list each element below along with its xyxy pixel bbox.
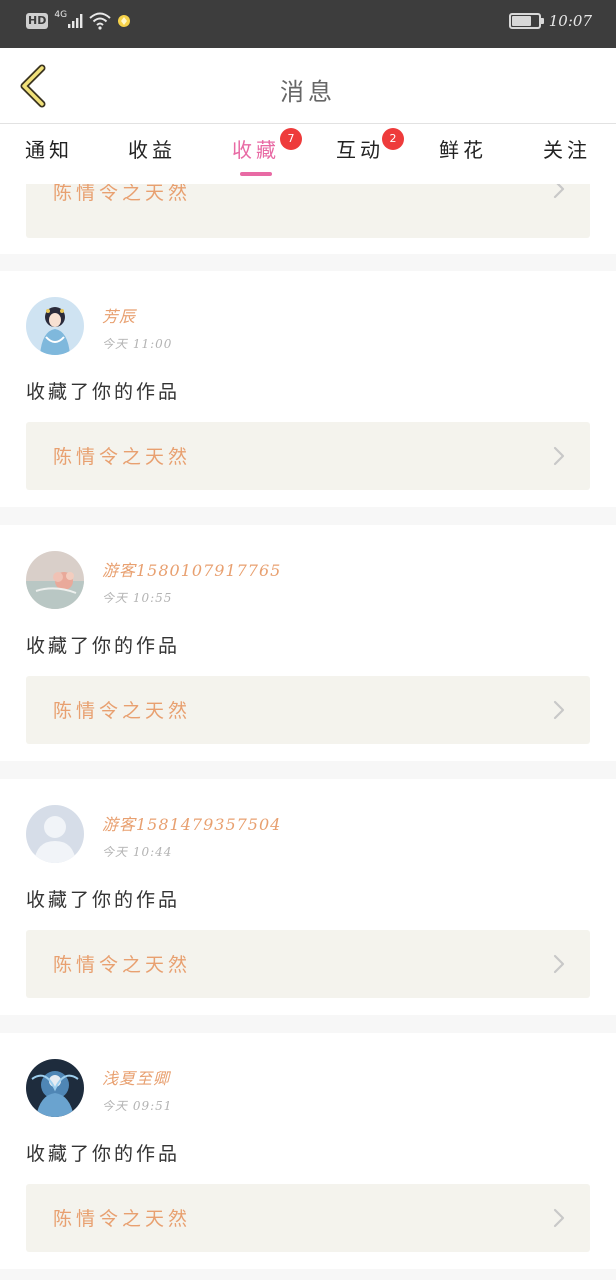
work-link[interactable]: 陈情令之天然	[26, 422, 590, 490]
action-text: 收藏了你的作品	[26, 381, 181, 403]
battery-icon	[508, 13, 544, 29]
avatar[interactable]	[26, 805, 84, 863]
chevron-right-icon	[553, 184, 565, 199]
notification-card: 游客1581479357504 今天 10:44 收藏了你的作品 陈情令之天然	[0, 779, 616, 1015]
chevron-right-icon	[553, 700, 565, 720]
notification-card-partial: 陈情令之天然	[0, 184, 616, 254]
notification-feed[interactable]: 陈情令之天然 芳辰 今天 11:00 收藏了你的作品 陈情令之天然 游客1580…	[0, 184, 616, 1280]
work-link[interactable]: 陈情令之天然	[26, 930, 590, 998]
active-tab-indicator	[240, 172, 272, 176]
username[interactable]: 游客1580107917765	[102, 557, 281, 581]
work-title: 陈情令之天然	[53, 700, 192, 722]
action-text: 收藏了你的作品	[26, 635, 181, 657]
username[interactable]: 游客1581479357504	[102, 811, 281, 835]
notification-app-icon	[118, 15, 131, 27]
notification-card: 游客1580107917765 今天 10:55 收藏了你的作品 陈情令之天然	[0, 525, 616, 761]
chevron-right-icon	[553, 446, 565, 466]
tab-label: 鲜花	[439, 138, 487, 162]
tab-interactions[interactable]: 互动 2	[320, 128, 404, 178]
timestamp: 今天 09:51	[102, 1099, 173, 1113]
timestamp: 今天 10:44	[102, 845, 173, 859]
avatar[interactable]	[26, 1059, 84, 1117]
wifi-icon	[89, 12, 111, 30]
tab-label: 关注	[543, 138, 591, 162]
work-link[interactable]: 陈情令之天然	[26, 676, 590, 744]
timestamp: 今天 10:55	[102, 591, 173, 605]
hd-badge: HD	[26, 13, 49, 29]
notification-card: 浅夏至卿 今天 09:51 收藏了你的作品 陈情令之天然	[0, 1033, 616, 1269]
work-title: 陈情令之天然	[53, 184, 192, 204]
chevron-right-icon	[553, 954, 565, 974]
tab-notifications[interactable]: 通知	[9, 134, 89, 178]
notification-card: 芳辰 今天 11:00 收藏了你的作品 陈情令之天然	[0, 271, 616, 507]
avatar[interactable]	[26, 297, 84, 355]
app-header: 消息	[0, 48, 616, 124]
tab-label: 收藏	[232, 138, 280, 162]
work-title: 陈情令之天然	[53, 1208, 192, 1230]
timestamp: 今天 11:00	[102, 337, 173, 351]
status-right: 10:07	[508, 12, 592, 30]
work-link[interactable]: 陈情令之天然	[26, 1184, 590, 1252]
signal-icon	[68, 14, 83, 28]
clock: 10:07	[548, 12, 592, 30]
status-bar: HD 4G 10:07	[0, 0, 616, 48]
chevron-right-icon	[553, 1208, 565, 1228]
tab-follows[interactable]: 关注	[527, 134, 607, 178]
action-text: 收藏了你的作品	[26, 889, 181, 911]
unread-badge: 7	[280, 128, 302, 150]
work-title: 陈情令之天然	[53, 446, 192, 468]
tab-earnings[interactable]: 收益	[112, 134, 192, 178]
tab-label: 通知	[25, 138, 73, 162]
action-text: 收藏了你的作品	[26, 1143, 181, 1165]
status-indicators: HD 4G	[26, 10, 131, 30]
work-title: 陈情令之天然	[53, 954, 192, 976]
avatar[interactable]	[26, 551, 84, 609]
tab-bar: 通知 收益 收藏 7 互动 2 鲜花 关注	[0, 124, 616, 184]
username[interactable]: 浅夏至卿	[102, 1065, 170, 1089]
unread-badge: 2	[382, 128, 404, 150]
tab-favorites[interactable]: 收藏 7	[216, 128, 302, 178]
tab-label: 互动	[336, 138, 384, 162]
page-title: 消息	[280, 78, 336, 106]
username[interactable]: 芳辰	[102, 303, 136, 327]
tab-label: 收益	[128, 138, 176, 162]
network-type: 4G	[54, 10, 68, 20]
work-link[interactable]: 陈情令之天然	[26, 184, 590, 238]
tab-flowers[interactable]: 鲜花	[423, 134, 503, 178]
